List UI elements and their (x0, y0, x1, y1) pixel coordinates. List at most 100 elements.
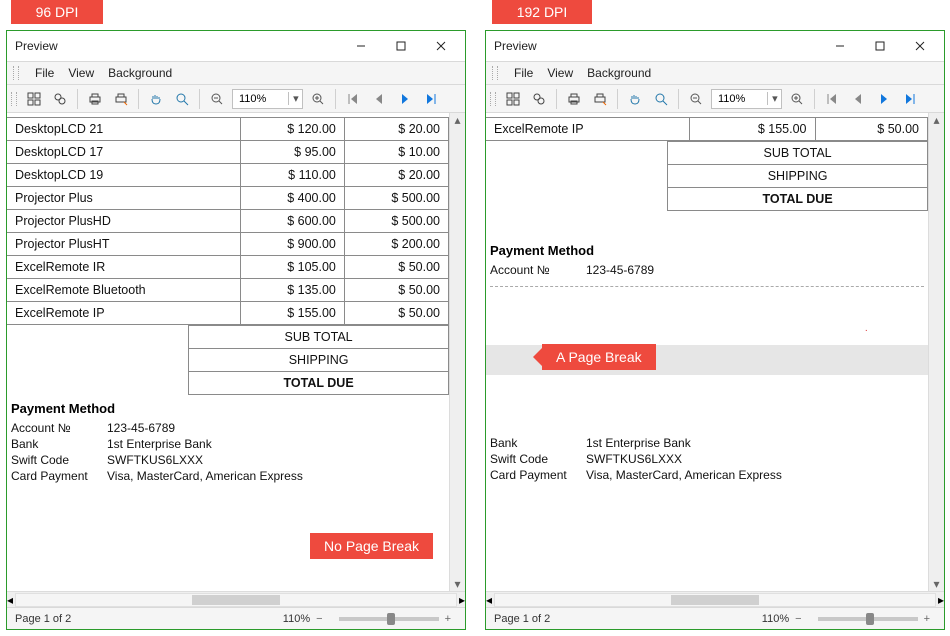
next-page-icon[interactable] (394, 88, 416, 110)
horizontal-scrollbar[interactable]: ◂ ▸ (486, 591, 944, 607)
first-page-icon[interactable] (342, 88, 364, 110)
payment-method-heading: Payment Method (486, 237, 928, 262)
print-icon[interactable] (563, 88, 585, 110)
scroll-left-icon[interactable]: ◂ (486, 593, 492, 607)
account-label: Account № (490, 263, 586, 277)
page-break-annotation: A Page Break (542, 344, 656, 370)
maximize-button[interactable] (381, 32, 421, 60)
zoom-out-icon[interactable] (206, 88, 228, 110)
magnifier-icon[interactable] (650, 88, 672, 110)
menu-background[interactable]: Background (108, 66, 172, 80)
vertical-scrollbar[interactable]: ▴ ▾ (928, 113, 944, 591)
scroll-up-icon[interactable]: ▴ (451, 113, 465, 127)
menu-file[interactable]: File (514, 66, 533, 80)
totals-block: SUB TOTAL SHIPPING TOTAL DUE (188, 325, 449, 395)
zoom-plus-icon[interactable]: + (445, 613, 451, 625)
table-row: ExcelRemote Bluetooth$ 135.00$ 50.00 (7, 279, 449, 302)
zoom-minus-icon[interactable]: − (316, 613, 322, 625)
zoom-indicator: 110% (283, 613, 310, 625)
swift-value: SWFTKUS6LXXX (586, 452, 682, 466)
zoom-out-icon[interactable] (685, 88, 707, 110)
table-row: Projector PlusHT$ 900.00$ 200.00 (7, 233, 449, 256)
zoom-value: 110% (233, 93, 288, 105)
account-value: 123-45-6789 (107, 421, 175, 435)
card-label: Card Payment (11, 469, 107, 483)
swift-value: SWFTKUS6LXXX (107, 453, 203, 467)
page-indicator: Page 1 of 2 (15, 613, 71, 625)
horizontal-scrollbar[interactable]: ◂ ▸ (7, 591, 465, 607)
zoom-in-icon[interactable] (786, 88, 808, 110)
zoom-minus-icon[interactable]: − (795, 613, 801, 625)
chevron-down-icon[interactable]: ▾ (767, 92, 781, 105)
next-page-icon[interactable] (873, 88, 895, 110)
table-row: Projector PlusHD$ 600.00$ 500.00 (7, 210, 449, 233)
chevron-down-icon[interactable]: ▾ (288, 92, 302, 105)
window-title: Preview (15, 39, 341, 53)
table-row: DesktopLCD 19$ 110.00$ 20.00 (7, 164, 449, 187)
maximize-button[interactable] (860, 32, 900, 60)
close-button[interactable] (421, 32, 461, 60)
card-value: Visa, MasterCard, American Express (107, 469, 303, 483)
menu-file[interactable]: File (35, 66, 54, 80)
prev-page-icon[interactable] (368, 88, 390, 110)
hand-tool-icon[interactable] (624, 88, 646, 110)
quick-print-icon[interactable] (589, 88, 611, 110)
hand-tool-icon[interactable] (145, 88, 167, 110)
no-page-break-annotation: No Page Break (310, 533, 433, 559)
report-table: DesktopLCD 21$ 120.00$ 20.00 DesktopLCD … (7, 117, 449, 325)
menu-view[interactable]: View (547, 66, 573, 80)
scroll-down-icon[interactable]: ▾ (930, 577, 944, 591)
table-row: ExcelRemote IR$ 105.00$ 50.00 (7, 256, 449, 279)
scroll-right-icon[interactable]: ▸ (459, 593, 465, 607)
zoom-combo[interactable]: 110%▾ (232, 89, 303, 109)
titlebar: Preview (7, 31, 465, 61)
scroll-right-icon[interactable]: ▸ (938, 593, 944, 607)
print-icon[interactable] (84, 88, 106, 110)
statusbar: Page 1 of 2 110% − + (7, 607, 465, 629)
zoom-plus-icon[interactable]: + (924, 613, 930, 625)
last-page-icon[interactable] (899, 88, 921, 110)
toolbar: 110%▾ (486, 85, 944, 113)
menu-background[interactable]: Background (587, 66, 651, 80)
last-page-icon[interactable] (420, 88, 442, 110)
dpi-badge-192: 192 DPI (492, 0, 592, 24)
swift-label: Swift Code (490, 452, 586, 466)
report-page: DesktopLCD 21$ 120.00$ 20.00 DesktopLCD … (7, 113, 449, 591)
dpi-badge-96: 96 DPI (11, 0, 103, 24)
zoom-slider[interactable] (818, 617, 918, 621)
statusbar: Page 1 of 2 110% − + (486, 607, 944, 629)
swift-label: Swift Code (11, 453, 107, 467)
report-table: ExcelRemote IP$ 155.00$ 50.00 (486, 117, 928, 141)
find-icon[interactable] (528, 88, 550, 110)
magnifier-icon[interactable] (171, 88, 193, 110)
red-mark-icon: · (865, 325, 868, 336)
table-row: Projector Plus$ 400.00$ 500.00 (7, 187, 449, 210)
page-break-zone: A Page Break (486, 345, 928, 375)
first-page-icon[interactable] (821, 88, 843, 110)
bank-label: Bank (490, 436, 586, 450)
zoom-combo[interactable]: 110%▾ (711, 89, 782, 109)
menubar: File View Background (7, 61, 465, 85)
minimize-button[interactable] (820, 32, 860, 60)
toolbar: 110%▾ (7, 85, 465, 113)
thumbnails-icon[interactable] (502, 88, 524, 110)
scroll-left-icon[interactable]: ◂ (7, 593, 13, 607)
scroll-up-icon[interactable]: ▴ (930, 113, 944, 127)
table-row: DesktopLCD 21$ 120.00$ 20.00 (7, 118, 449, 141)
prev-page-icon[interactable] (847, 88, 869, 110)
bank-label: Bank (11, 437, 107, 451)
thumbnails-icon[interactable] (23, 88, 45, 110)
scroll-down-icon[interactable]: ▾ (451, 577, 465, 591)
menu-view[interactable]: View (68, 66, 94, 80)
zoom-in-icon[interactable] (307, 88, 329, 110)
quick-print-icon[interactable] (110, 88, 132, 110)
card-value: Visa, MasterCard, American Express (586, 468, 782, 482)
minimize-button[interactable] (341, 32, 381, 60)
page-indicator: Page 1 of 2 (494, 613, 550, 625)
close-button[interactable] (900, 32, 940, 60)
vertical-scrollbar[interactable]: ▴ ▾ (449, 113, 465, 591)
zoom-slider[interactable] (339, 617, 439, 621)
page-divider (490, 286, 924, 287)
window-title: Preview (494, 39, 820, 53)
find-icon[interactable] (49, 88, 71, 110)
